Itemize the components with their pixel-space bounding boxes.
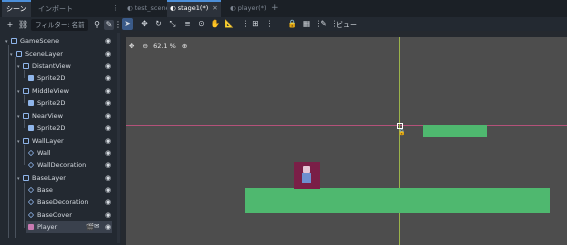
rotate-tool-icon[interactable]: ↻ [153, 18, 164, 30]
add-point-icon[interactable]: ✥ [129, 42, 134, 50]
select-tool-icon[interactable]: ➤ [122, 18, 133, 30]
visibility-eye-icon[interactable]: ◉ [104, 87, 112, 95]
tab-import[interactable]: インポート [34, 2, 77, 16]
scene-viewport[interactable]: 🔒 [126, 37, 567, 245]
visibility-eye-icon[interactable]: ◉ [104, 198, 112, 206]
add-node-icon[interactable]: + [5, 20, 15, 30]
scene-icon: ◐ [230, 4, 238, 12]
visibility-eye-icon[interactable]: ◉ [104, 99, 112, 107]
skeleton-icon[interactable]: ✎ [318, 18, 329, 30]
dock-menu-icon[interactable]: ⋮ [112, 4, 119, 12]
player-body [302, 173, 311, 183]
tree-cutoff-row [0, 238, 117, 245]
visibility-eye-icon[interactable]: ◉ [104, 149, 112, 157]
tree-scrollbar[interactable] [117, 33, 120, 243]
x-axis-line [126, 125, 567, 126]
tab-test-scene[interactable]: ◐ test_scene [124, 2, 173, 15]
visibility-eye-icon[interactable]: ◉ [104, 124, 112, 132]
scene-icon: ◐ [170, 4, 178, 12]
tab-player[interactable]: ◐ player(*) [227, 2, 270, 15]
script-attached-icon[interactable]: ✉ [94, 222, 99, 230]
visibility-eye-icon[interactable]: ◉ [104, 112, 112, 120]
y-axis-line [399, 37, 400, 245]
player-sprite[interactable] [294, 162, 320, 189]
platform-ground[interactable] [245, 188, 550, 213]
visibility-eye-icon[interactable]: ◉ [104, 223, 112, 231]
visibility-eye-icon[interactable]: ◉ [104, 50, 112, 58]
visibility-eye-icon[interactable]: ◉ [104, 137, 112, 145]
zoom-level[interactable]: 62.1 % [153, 42, 176, 50]
smart-snap-icon[interactable]: ⊞ [250, 18, 261, 30]
add-scene-tab-button[interactable]: + [268, 2, 282, 15]
zoom-out-button[interactable]: ⊖ [143, 42, 148, 50]
zoom-in-button[interactable]: ⊕ [182, 42, 187, 50]
lock-marker-icon: 🔒 [398, 129, 406, 136]
tab-scene[interactable]: シーン [2, 0, 31, 17]
pan-tool-icon[interactable]: ✋ [210, 18, 221, 30]
scale-tool-icon[interactable]: ⤡ [167, 18, 178, 30]
list-select-icon[interactable]: ≡ [182, 18, 193, 30]
view-menu[interactable]: ビュー [336, 19, 357, 31]
tree-guide [24, 145, 25, 165]
filter-options-icon[interactable]: ⚲ [92, 20, 102, 30]
filter-input[interactable]: フィルター: 名前 [31, 19, 88, 31]
close-icon[interactable]: ✕ [212, 4, 217, 12]
tab-stage1[interactable]: ◐ stage1(*) ✕ [167, 0, 221, 17]
scene-icon: ◐ [127, 4, 135, 12]
ruler-tool-icon[interactable]: 📐 [224, 18, 235, 30]
tree-guide [15, 57, 16, 245]
tree-guide [24, 183, 25, 228]
platform-upper[interactable] [423, 125, 487, 137]
visibility-eye-icon[interactable]: ◉ [104, 174, 112, 182]
group-icon[interactable]: ▦ [301, 18, 312, 30]
lock-icon[interactable]: 🔒 [287, 18, 298, 30]
scene-instance-icon[interactable]: 🎬 [86, 223, 94, 231]
visibility-eye-icon[interactable]: ◉ [104, 211, 112, 219]
visibility-eye-icon[interactable]: ◉ [104, 74, 112, 82]
move-tool-icon[interactable]: ✥ [139, 18, 150, 30]
player-head [303, 166, 310, 173]
tree-guide [8, 45, 9, 245]
visibility-eye-icon[interactable]: ◉ [104, 186, 112, 194]
visibility-eye-icon[interactable]: ◉ [104, 161, 112, 169]
visibility-eye-icon[interactable]: ◉ [104, 62, 112, 70]
grid-snap-icon[interactable]: ⋮ [264, 18, 275, 30]
link-icon[interactable]: ⛓ [18, 20, 28, 30]
visibility-eye-icon[interactable]: ◉ [104, 37, 112, 45]
pivot-tool-icon[interactable]: ⊙ [196, 18, 207, 30]
zoom-controls: ✥ ⊖ 62.1 % ⊕ [129, 40, 187, 52]
